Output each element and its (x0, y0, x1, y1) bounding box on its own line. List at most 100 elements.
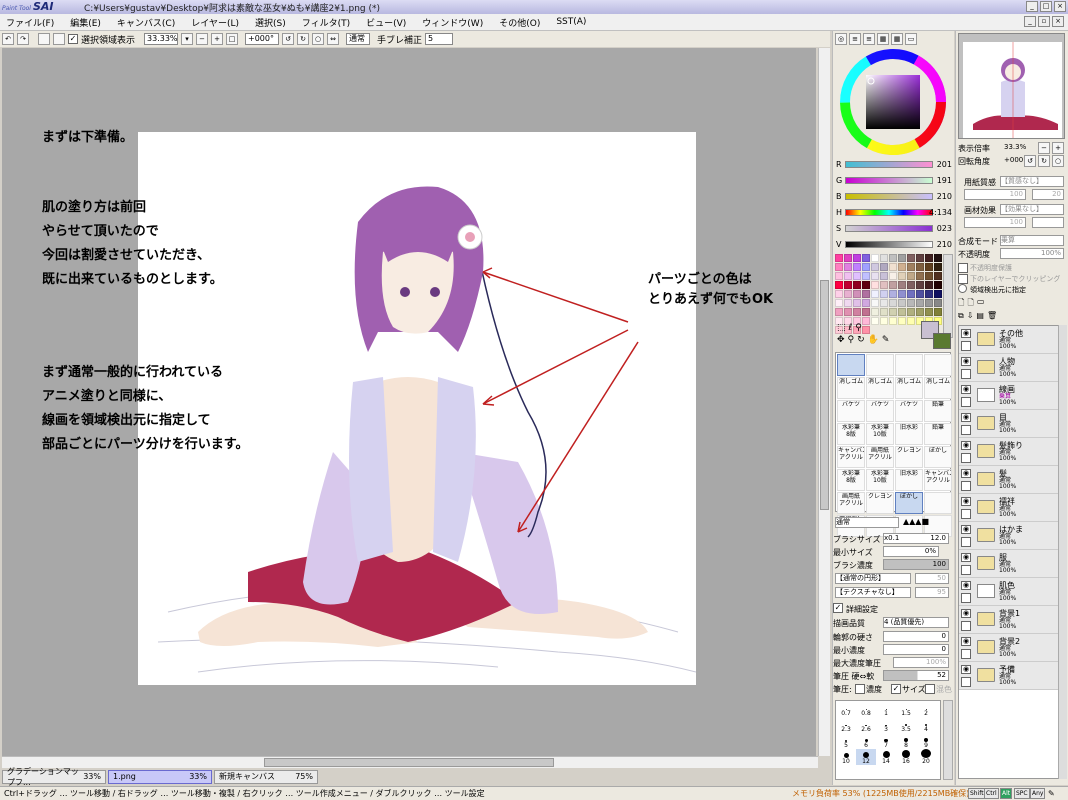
color-swatch[interactable] (844, 308, 852, 316)
layer-select-checkbox[interactable] (961, 565, 971, 575)
copy-layer-icon[interactable]: ⧉ (958, 311, 964, 323)
color-swatch[interactable] (871, 254, 879, 262)
magic-wand-icon[interactable]: ⚲ (855, 323, 862, 333)
color-swatch[interactable] (916, 290, 924, 298)
mixer-tab[interactable]: ▦ (877, 33, 889, 45)
visibility-eye-icon[interactable]: ◉ (961, 609, 971, 618)
min-size-slider[interactable]: 0% (883, 546, 939, 557)
size-preset[interactable]: 6 (856, 733, 876, 749)
paper-texture-strength[interactable]: 100 (964, 189, 1026, 200)
layer-select-checkbox[interactable] (961, 537, 971, 547)
brush-shape-value[interactable]: 50 (915, 573, 949, 584)
color-swatch[interactable] (916, 308, 924, 316)
size-preset[interactable]: 7 (876, 733, 896, 749)
color-swatch[interactable] (853, 272, 861, 280)
tool-slot[interactable]: キャンバス アクリル (924, 469, 952, 491)
tool-slot[interactable] (837, 354, 865, 376)
tool-slot[interactable]: 水彩筆 8版 (837, 469, 865, 491)
size-preset[interactable]: 1.5 (896, 701, 916, 717)
swatch-scrollbar[interactable] (943, 254, 953, 338)
visibility-eye-icon[interactable]: ◉ (961, 357, 971, 366)
visibility-eye-icon[interactable]: ◉ (961, 413, 971, 422)
color-swatch[interactable] (871, 308, 879, 316)
color-swatch[interactable] (934, 290, 942, 298)
color-swatch[interactable] (898, 308, 906, 316)
color-swatch[interactable] (934, 281, 942, 289)
color-swatch[interactable] (916, 272, 924, 280)
color-swatch[interactable] (898, 272, 906, 280)
color-swatch[interactable] (925, 308, 933, 316)
color-swatch[interactable] (907, 299, 915, 307)
menu-canvas[interactable]: キャンバス(C) (117, 16, 175, 29)
clip-lower-checkbox[interactable] (958, 274, 968, 284)
lasso-icon[interactable]: ℓ (849, 323, 853, 333)
color-swatch[interactable] (898, 254, 906, 262)
color-swatch[interactable] (871, 290, 879, 298)
rotation-field[interactable]: +000° (245, 33, 280, 45)
tool-slot[interactable]: 水彩筆 8版 (837, 423, 865, 445)
color-swatch[interactable] (907, 290, 915, 298)
color-swatch[interactable] (925, 290, 933, 298)
layer-row[interactable]: ◉ 服通常 100% (959, 550, 1066, 578)
color-swatch[interactable] (934, 272, 942, 280)
color-swatch[interactable] (898, 299, 906, 307)
color-swatch[interactable] (916, 254, 924, 262)
color-swatch[interactable] (844, 299, 852, 307)
zoom-icon[interactable]: ⚲ (848, 335, 855, 345)
color-swatch[interactable] (880, 254, 888, 262)
tool-slot[interactable]: クレヨン (866, 492, 894, 514)
minimize-button[interactable]: _ (1026, 1, 1038, 12)
color-swatch[interactable] (835, 254, 843, 262)
zoom-fit-button[interactable]: □ (226, 33, 239, 45)
visibility-eye-icon[interactable]: ◉ (961, 385, 971, 394)
layer-select-checkbox[interactable] (961, 677, 971, 687)
layer-select-checkbox[interactable] (961, 593, 971, 603)
layer-list-scrollbar[interactable] (1058, 325, 1067, 779)
tool-slot[interactable]: 消しゴム (895, 377, 923, 399)
zoom-field[interactable]: 33.33% (144, 33, 179, 45)
color-swatch[interactable] (934, 299, 942, 307)
color-swatch[interactable] (862, 254, 870, 262)
detail-settings-checkbox[interactable]: ✓ (833, 603, 843, 613)
color-swatch[interactable] (889, 254, 897, 262)
invert-select-button[interactable] (53, 33, 65, 45)
color-swatch[interactable] (844, 281, 852, 289)
visibility-eye-icon[interactable]: ◉ (961, 441, 971, 450)
color-swatch[interactable] (844, 290, 852, 298)
visibility-eye-icon[interactable]: ◉ (961, 469, 971, 478)
rect-select-icon[interactable]: ⬚ (837, 323, 846, 333)
color-swatch[interactable] (898, 290, 906, 298)
tool-slot[interactable] (924, 492, 952, 514)
new-folder-icon[interactable]: ▭ (977, 297, 985, 309)
layer-select-checkbox[interactable] (961, 481, 971, 491)
size-preset[interactable]: 5 (836, 733, 856, 749)
tool-slot[interactable]: ぼかし (924, 446, 952, 468)
swatch-tab[interactable]: ▦ (891, 33, 903, 45)
color-swatch[interactable] (934, 254, 942, 262)
color-swatch[interactable] (871, 281, 879, 289)
color-swatch[interactable] (862, 290, 870, 298)
color-swatch[interactable] (853, 308, 861, 316)
stabilizer-select[interactable]: 5 (425, 33, 454, 45)
layer-row[interactable]: ◉ 髪通常 100% (959, 466, 1066, 494)
layer-row[interactable]: ◉ 線画 乗算 100% (959, 382, 1066, 410)
doc-tab-gradient-map[interactable]: グラデーションマップフ... 33% (2, 767, 106, 787)
color-swatch[interactable] (907, 254, 915, 262)
h-slider[interactable]: H 4:134 (833, 207, 955, 219)
tool-slot[interactable]: 旧水彩 (895, 423, 923, 445)
brush-texture-value[interactable]: 95 (915, 587, 949, 598)
protect-opacity-checkbox[interactable] (958, 263, 968, 273)
color-swatch[interactable] (898, 281, 906, 289)
layer-row[interactable]: ◉ 背景1 通常 100% (959, 606, 1066, 634)
tool-slot[interactable]: バケツ (837, 400, 865, 422)
color-swatch[interactable] (934, 263, 942, 271)
rotate-right-button[interactable]: ↻ (297, 33, 310, 45)
menu-window[interactable]: ウィンドウ(W) (422, 16, 483, 29)
color-swatch[interactable] (871, 263, 879, 271)
color-swatch[interactable] (862, 281, 870, 289)
tool-slot[interactable]: 消しゴム (837, 377, 865, 399)
b-slider[interactable]: B 210 (833, 191, 955, 203)
nav-rotate-left-button[interactable]: ↺ (1024, 155, 1036, 167)
tool-slot[interactable]: 鉛筆 (924, 423, 952, 445)
layer-opacity-slider[interactable]: 100% (1000, 248, 1064, 259)
